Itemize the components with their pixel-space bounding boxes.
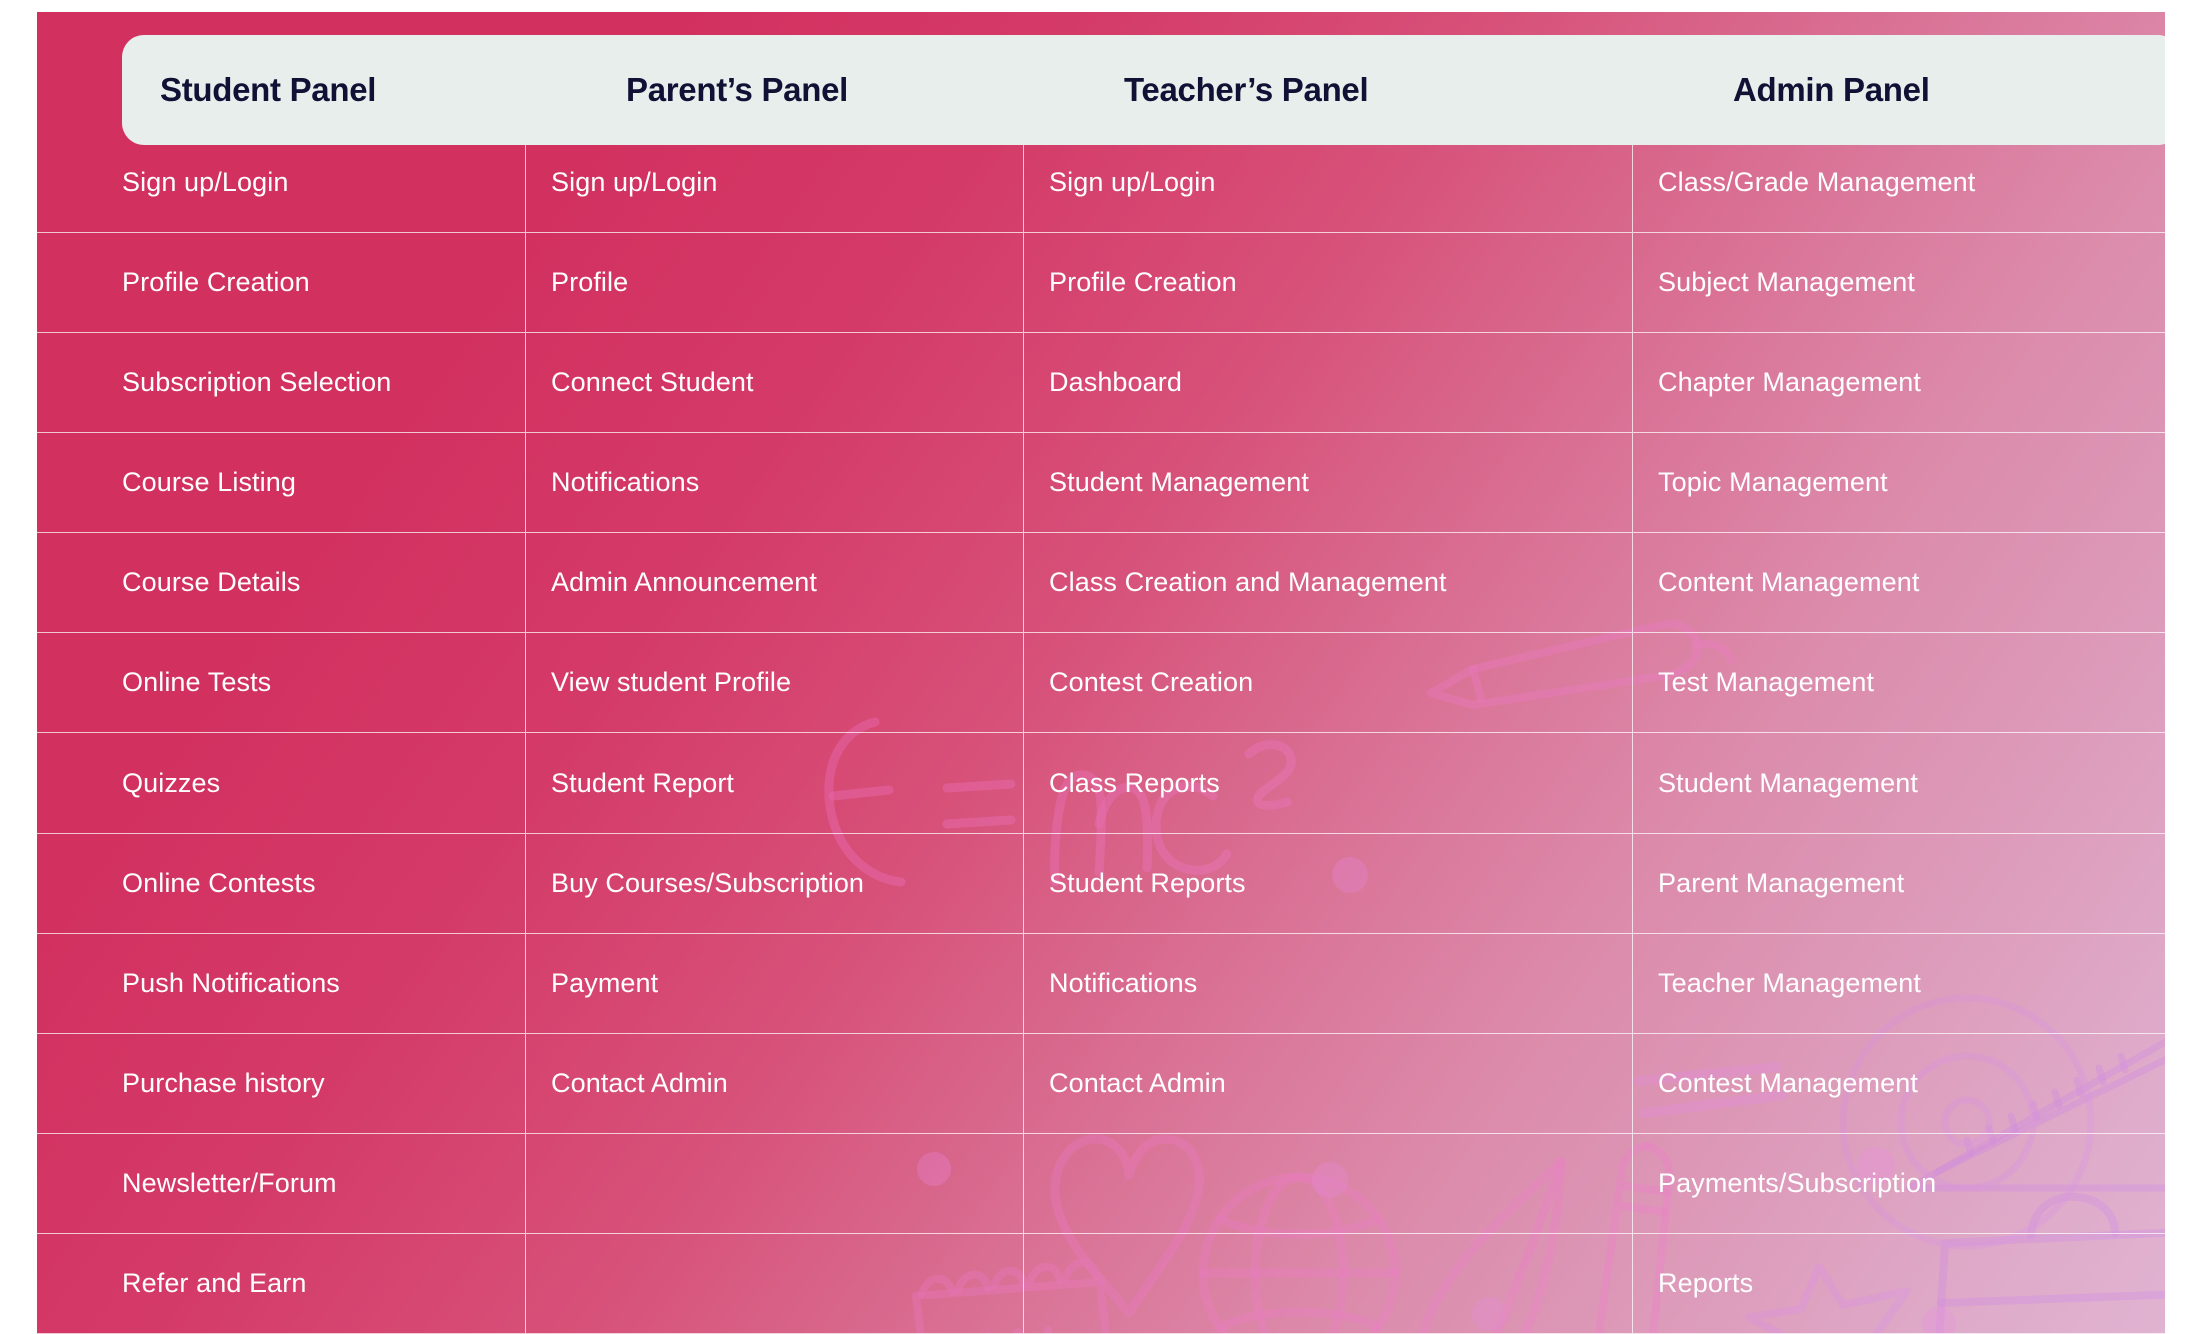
table-cell[interactable]: Class Reports <box>1024 733 1632 834</box>
table-cell[interactable]: Subject Management <box>1633 233 2165 334</box>
table-cell[interactable]: Class/Grade Management <box>1633 133 2165 234</box>
table-cell[interactable]: Notifications <box>526 433 1023 534</box>
table-cell[interactable]: Course Listing <box>37 433 525 534</box>
table-cell[interactable]: View student Profile <box>526 633 1023 734</box>
table-cell[interactable]: Push Notifications <box>37 934 525 1034</box>
table-cell[interactable]: Student Report <box>526 733 1023 834</box>
table-cell[interactable]: Admin Announcement <box>526 533 1023 634</box>
column-parent-panel: Sign up/Login Profile Connect Student No… <box>525 133 1023 1334</box>
table-cell[interactable]: Profile Creation <box>37 233 525 334</box>
table-cell[interactable]: Quizzes <box>37 733 525 834</box>
table-cell[interactable]: Notifications <box>1024 934 1632 1034</box>
column-header-parent: Parent’s Panel <box>626 71 849 108</box>
table-cell[interactable]: Student Reports <box>1024 834 1632 934</box>
table-cell[interactable]: Sign up/Login <box>1024 133 1632 234</box>
table-cell[interactable]: Class Creation and Management <box>1024 533 1632 634</box>
table-body: Sign up/Login Profile Creation Subscript… <box>37 133 2165 1334</box>
table-cell[interactable]: Reports <box>1633 1234 2165 1334</box>
table-cell[interactable]: Newsletter/Forum <box>37 1134 525 1234</box>
table-cell[interactable]: Connect Student <box>526 333 1023 434</box>
table-cell[interactable]: Teacher Management <box>1633 934 2165 1034</box>
feature-table-panel: Student Panel Parent’s Panel Teacher’s P… <box>37 12 2165 1334</box>
table-cell[interactable]: Buy Courses/Subscription <box>526 834 1023 934</box>
table-cell[interactable]: Topic Management <box>1633 433 2165 534</box>
table-cell[interactable]: Contact Admin <box>526 1034 1023 1134</box>
column-header-admin: Admin Panel <box>1733 71 1930 108</box>
table-cell-empty <box>526 1134 1023 1234</box>
table-cell[interactable]: Sign up/Login <box>526 133 1023 234</box>
table-cell[interactable]: Test Management <box>1633 633 2165 734</box>
table-cell-empty <box>1024 1234 1632 1334</box>
table-cell[interactable]: Online Tests <box>37 633 525 734</box>
table-cell[interactable]: Chapter Management <box>1633 333 2165 434</box>
table-cell[interactable]: Student Management <box>1024 433 1632 534</box>
table-cell[interactable]: Dashboard <box>1024 333 1632 434</box>
table-cell[interactable]: Content Management <box>1633 533 2165 634</box>
table-cell-empty <box>1024 1134 1632 1234</box>
table-header-row: Student Panel Parent’s Panel Teacher’s P… <box>122 35 2165 145</box>
column-teacher-panel: Sign up/Login Profile Creation Dashboard… <box>1023 133 1632 1334</box>
column-student-panel: Sign up/Login Profile Creation Subscript… <box>37 133 525 1334</box>
table-cell[interactable]: Course Details <box>37 533 525 634</box>
table-cell-empty <box>526 1234 1023 1334</box>
table-cell[interactable]: Student Management <box>1633 733 2165 834</box>
page-root: Student Panel Parent’s Panel Teacher’s P… <box>0 0 2192 1334</box>
table-cell[interactable]: Purchase history <box>37 1034 525 1134</box>
table-cell[interactable]: Sign up/Login <box>37 133 525 234</box>
table-cell[interactable]: Contact Admin <box>1024 1034 1632 1134</box>
table-cell[interactable]: Refer and Earn <box>37 1234 525 1334</box>
table-cell[interactable]: Parent Management <box>1633 834 2165 934</box>
table-cell[interactable]: Subscription Selection <box>37 333 525 434</box>
table-cell[interactable]: Contest Creation <box>1024 633 1632 734</box>
table-cell[interactable]: Online Contests <box>37 834 525 934</box>
table-cell[interactable]: Payments/Subscription <box>1633 1134 2165 1234</box>
column-header-student: Student Panel <box>160 71 377 108</box>
table-cell[interactable]: Payment <box>526 934 1023 1034</box>
table-cell[interactable]: Profile Creation <box>1024 233 1632 334</box>
column-header-teacher: Teacher’s Panel <box>1124 71 1369 108</box>
table-cell[interactable]: Contest Management <box>1633 1034 2165 1134</box>
column-admin-panel: Class/Grade Management Subject Managemen… <box>1632 133 2165 1334</box>
table-cell[interactable]: Profile <box>526 233 1023 334</box>
